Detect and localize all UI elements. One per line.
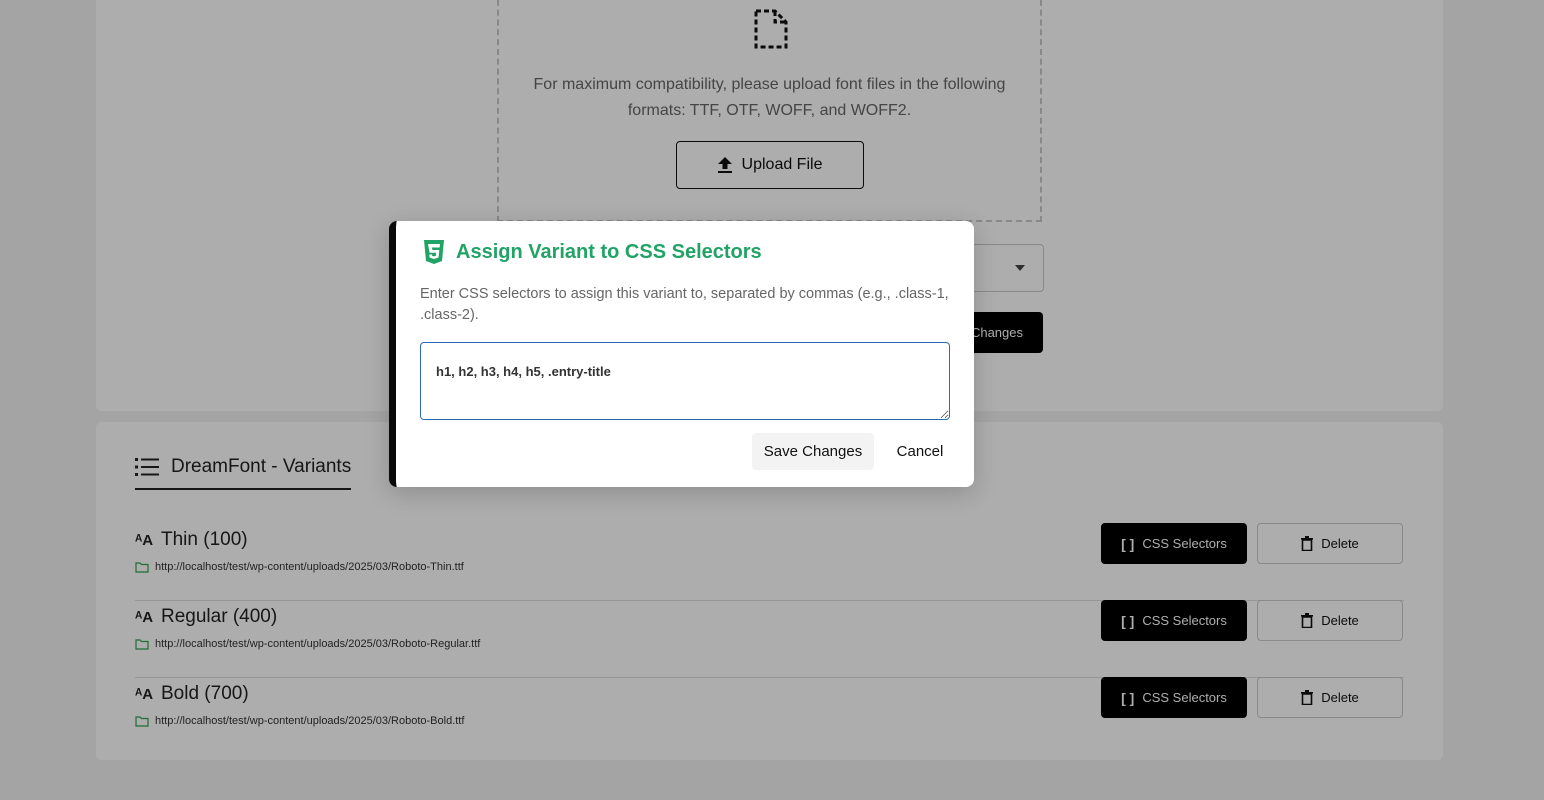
css-selectors-modal: Assign Variant to CSS Selectors Enter CS… (389, 221, 974, 487)
modal-cancel-button[interactable]: Cancel (884, 433, 956, 470)
modal-header: Assign Variant to CSS Selectors (422, 239, 762, 265)
css3-icon (424, 240, 444, 264)
css-selectors-input[interactable]: h1, h2, h3, h4, h5, .entry-title (420, 342, 950, 420)
modal-save-button[interactable]: Save Changes (752, 433, 874, 470)
modal-description: Enter CSS selectors to assign this varia… (420, 286, 949, 323)
modal-title: Assign Variant to CSS Selectors (456, 240, 762, 263)
